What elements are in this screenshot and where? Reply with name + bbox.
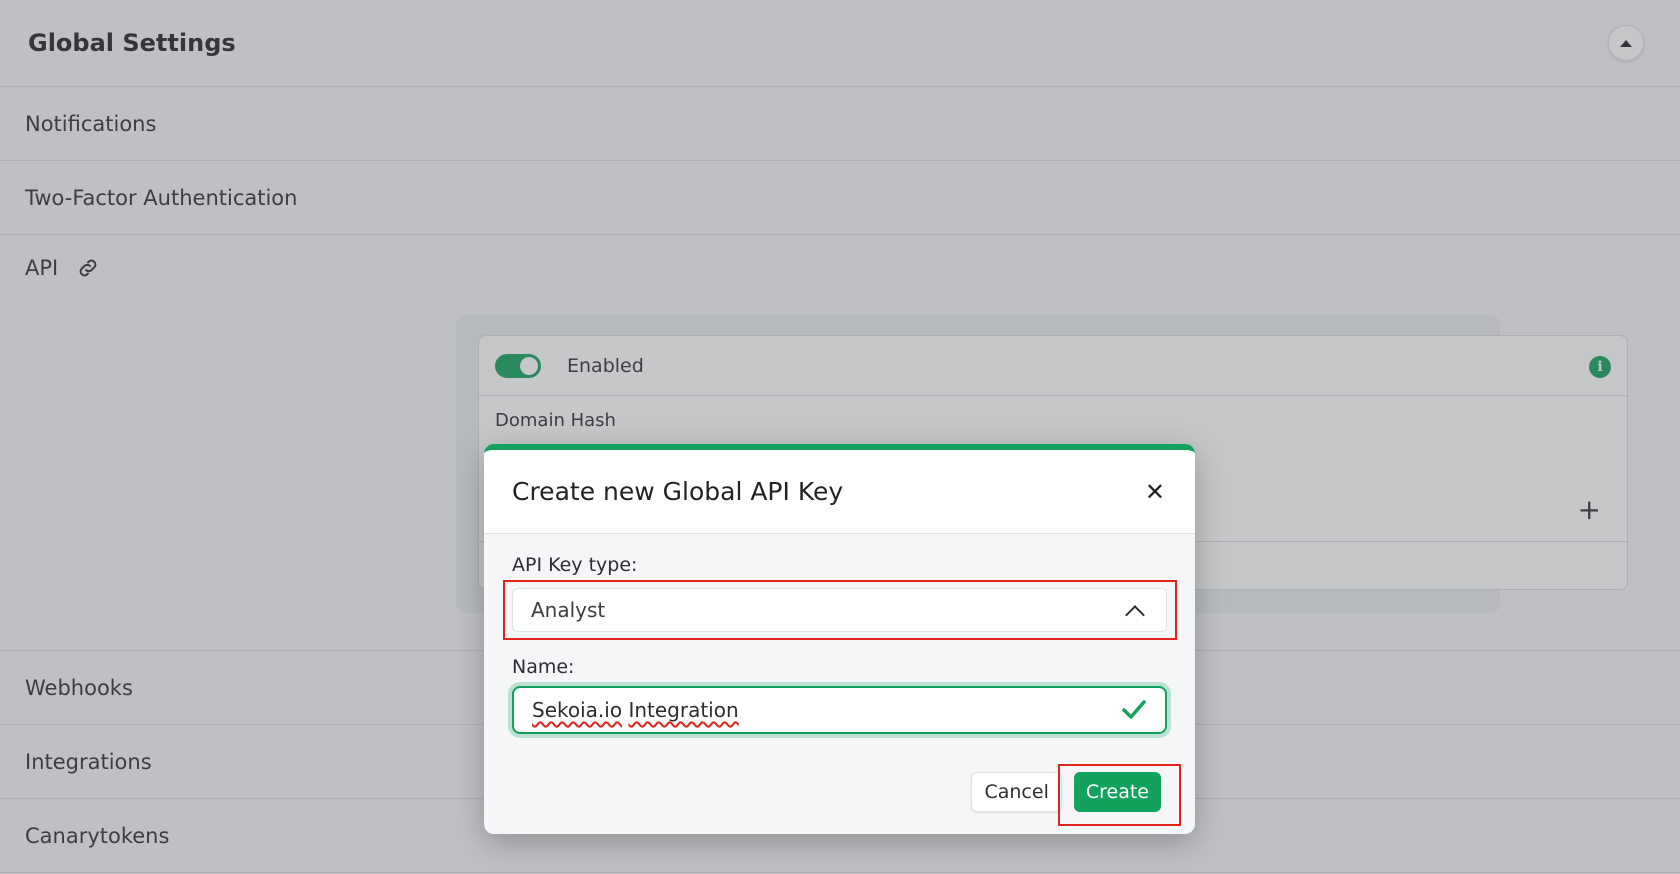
api-key-type-label: API Key type: [512, 554, 638, 576]
modal-header: Create new Global API Key ✕ [484, 450, 1195, 534]
modal-body: API Key type: Analyst Name: Sekoia.io In… [484, 534, 1195, 734]
name-input[interactable]: Sekoia.io Integration [512, 686, 1167, 734]
modal-title: Create new Global API Key [512, 477, 844, 506]
select-value: Analyst [531, 598, 606, 622]
name-label: Name: [512, 656, 575, 678]
create-api-key-modal: Create new Global API Key ✕ API Key type… [484, 444, 1195, 834]
name-value-part2: Integration [628, 698, 739, 722]
chevron-up-icon [1125, 605, 1145, 625]
close-icon[interactable]: ✕ [1145, 480, 1165, 504]
check-icon [1121, 698, 1147, 727]
name-value-part1: Sekoia.io [532, 698, 623, 722]
modal-footer: Cancel Create [971, 764, 1181, 826]
cancel-button[interactable]: Cancel [971, 772, 1062, 812]
create-button-wrap: Create [1057, 764, 1181, 826]
create-button[interactable]: Create [1073, 772, 1161, 812]
api-key-type-select[interactable]: Analyst [503, 580, 1177, 640]
